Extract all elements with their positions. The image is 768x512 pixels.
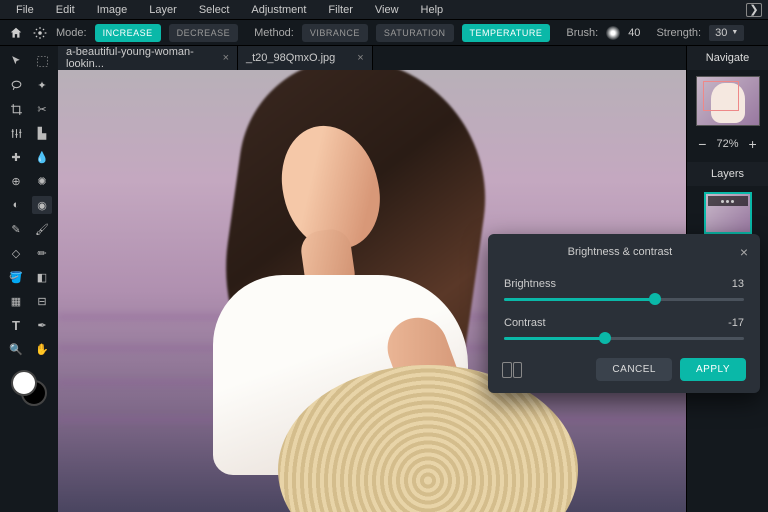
color-swatches[interactable] — [11, 370, 47, 406]
cut-tool[interactable]: ✂ — [32, 100, 52, 118]
move-tool[interactable] — [6, 52, 26, 70]
zoom-out-button[interactable]: − — [698, 136, 706, 152]
contrast-value: -17 — [728, 317, 744, 329]
gradient-tool[interactable]: ◧ — [32, 268, 52, 286]
zoom-value: 72% — [716, 138, 738, 150]
tool-palette: ✦ ✂ ▙ ✚ 💧 ⊕ ✺ ◐ ◉ ✎ 🖌 ◇ ✏ 🪣 ◧ ▦ ⊟ T ✒ 🔍 ✋ — [0, 46, 58, 512]
text-tool[interactable]: T — [6, 316, 26, 334]
apply-button[interactable]: APPLY — [680, 358, 746, 381]
menu-adjustment[interactable]: Adjustment — [241, 1, 316, 19]
close-icon[interactable]: × — [357, 52, 363, 64]
menu-file[interactable]: File — [6, 1, 44, 19]
brush-tool[interactable]: 🖌 — [32, 220, 52, 238]
strength-input[interactable]: 30▼ — [709, 25, 744, 41]
method-label: Method: — [254, 27, 294, 39]
lasso-tool[interactable] — [6, 76, 26, 94]
menu-bar: File Edit Image Layer Select Adjustment … — [0, 0, 768, 20]
zoom-in-button[interactable]: + — [749, 136, 757, 152]
close-icon[interactable]: × — [223, 52, 229, 64]
gear-icon[interactable] — [32, 25, 48, 41]
liquify-tool[interactable]: ⊕ — [6, 172, 26, 190]
menu-help[interactable]: Help — [411, 1, 454, 19]
pen-tool[interactable]: ✒ — [32, 316, 52, 334]
layer-thumbnail[interactable] — [704, 192, 752, 234]
dodge-tool[interactable]: ◐ — [6, 196, 26, 214]
contrast-label: Contrast — [504, 317, 546, 329]
menu-layer[interactable]: Layer — [139, 1, 187, 19]
clone-tool[interactable]: ⊟ — [32, 292, 52, 310]
mode-decrease-button[interactable]: DECREASE — [169, 24, 239, 42]
adjust-tool[interactable] — [6, 124, 26, 142]
blur-tool[interactable]: 💧 — [32, 148, 52, 166]
brightness-slider[interactable] — [504, 298, 744, 301]
brightness-label: Brightness — [504, 278, 556, 290]
menu-select[interactable]: Select — [189, 1, 240, 19]
pencil-tool[interactable]: ✏ — [32, 244, 52, 262]
contrast-slider[interactable] — [504, 337, 744, 340]
brightness-contrast-dialog: Brightness & contrast× Brightness 13 Cont… — [488, 234, 760, 393]
shape-tool[interactable]: ▦ — [6, 292, 26, 310]
marquee-tool[interactable] — [32, 52, 52, 70]
crop-tool[interactable] — [6, 100, 26, 118]
fill-tool[interactable]: 🪣 — [6, 268, 26, 286]
cancel-button[interactable]: CANCEL — [596, 358, 672, 381]
sponge-tool[interactable]: ◉ — [32, 196, 52, 214]
tab-1[interactable]: _t20_98QmxO.jpg× — [238, 46, 373, 70]
brush-preview-icon[interactable] — [606, 26, 620, 40]
dialog-title: Brightness & contrast — [500, 246, 740, 258]
close-icon[interactable]: × — [740, 244, 748, 260]
disperse-tool[interactable]: ✺ — [32, 172, 52, 190]
eyedropper-tool[interactable]: ✎ — [6, 220, 26, 238]
heal-tool[interactable]: ✚ — [6, 148, 26, 166]
options-bar: Mode: INCREASE DECREASE Method: VIBRANCE… — [0, 20, 768, 46]
compare-icon[interactable] — [502, 362, 522, 378]
document-tabs: a-beautiful-young-woman-lookin...× _t20_… — [58, 46, 686, 70]
layers-panel-title: Layers — [687, 162, 768, 186]
method-saturation-button[interactable]: SATURATION — [376, 24, 454, 42]
menu-edit[interactable]: Edit — [46, 1, 85, 19]
wand-tool[interactable]: ✦ — [32, 76, 52, 94]
method-temperature-button[interactable]: TEMPERATURE — [462, 24, 551, 42]
collapse-icon[interactable]: ❯ — [746, 3, 762, 17]
menu-view[interactable]: View — [365, 1, 409, 19]
eraser-tool[interactable]: ◇ — [6, 244, 26, 262]
hand-tool[interactable]: ✋ — [32, 340, 52, 358]
brush-size-value: 40 — [628, 27, 640, 39]
mode-increase-button[interactable]: INCREASE — [95, 24, 161, 42]
brightness-value: 13 — [732, 278, 744, 290]
tab-0[interactable]: a-beautiful-young-woman-lookin...× — [58, 46, 238, 70]
levels-tool[interactable]: ▙ — [32, 124, 52, 142]
method-vibrance-button[interactable]: VIBRANCE — [302, 24, 368, 42]
menu-filter[interactable]: Filter — [318, 1, 362, 19]
strength-label: Strength: — [656, 27, 701, 39]
navigator-thumbnail[interactable] — [696, 76, 760, 126]
menu-image[interactable]: Image — [87, 1, 138, 19]
home-icon[interactable] — [8, 25, 24, 41]
navigate-panel-title: Navigate — [687, 46, 768, 70]
brush-label: Brush: — [566, 27, 598, 39]
zoom-tool[interactable]: 🔍 — [6, 340, 26, 358]
mode-label: Mode: — [56, 27, 87, 39]
canvas-image — [138, 70, 498, 512]
